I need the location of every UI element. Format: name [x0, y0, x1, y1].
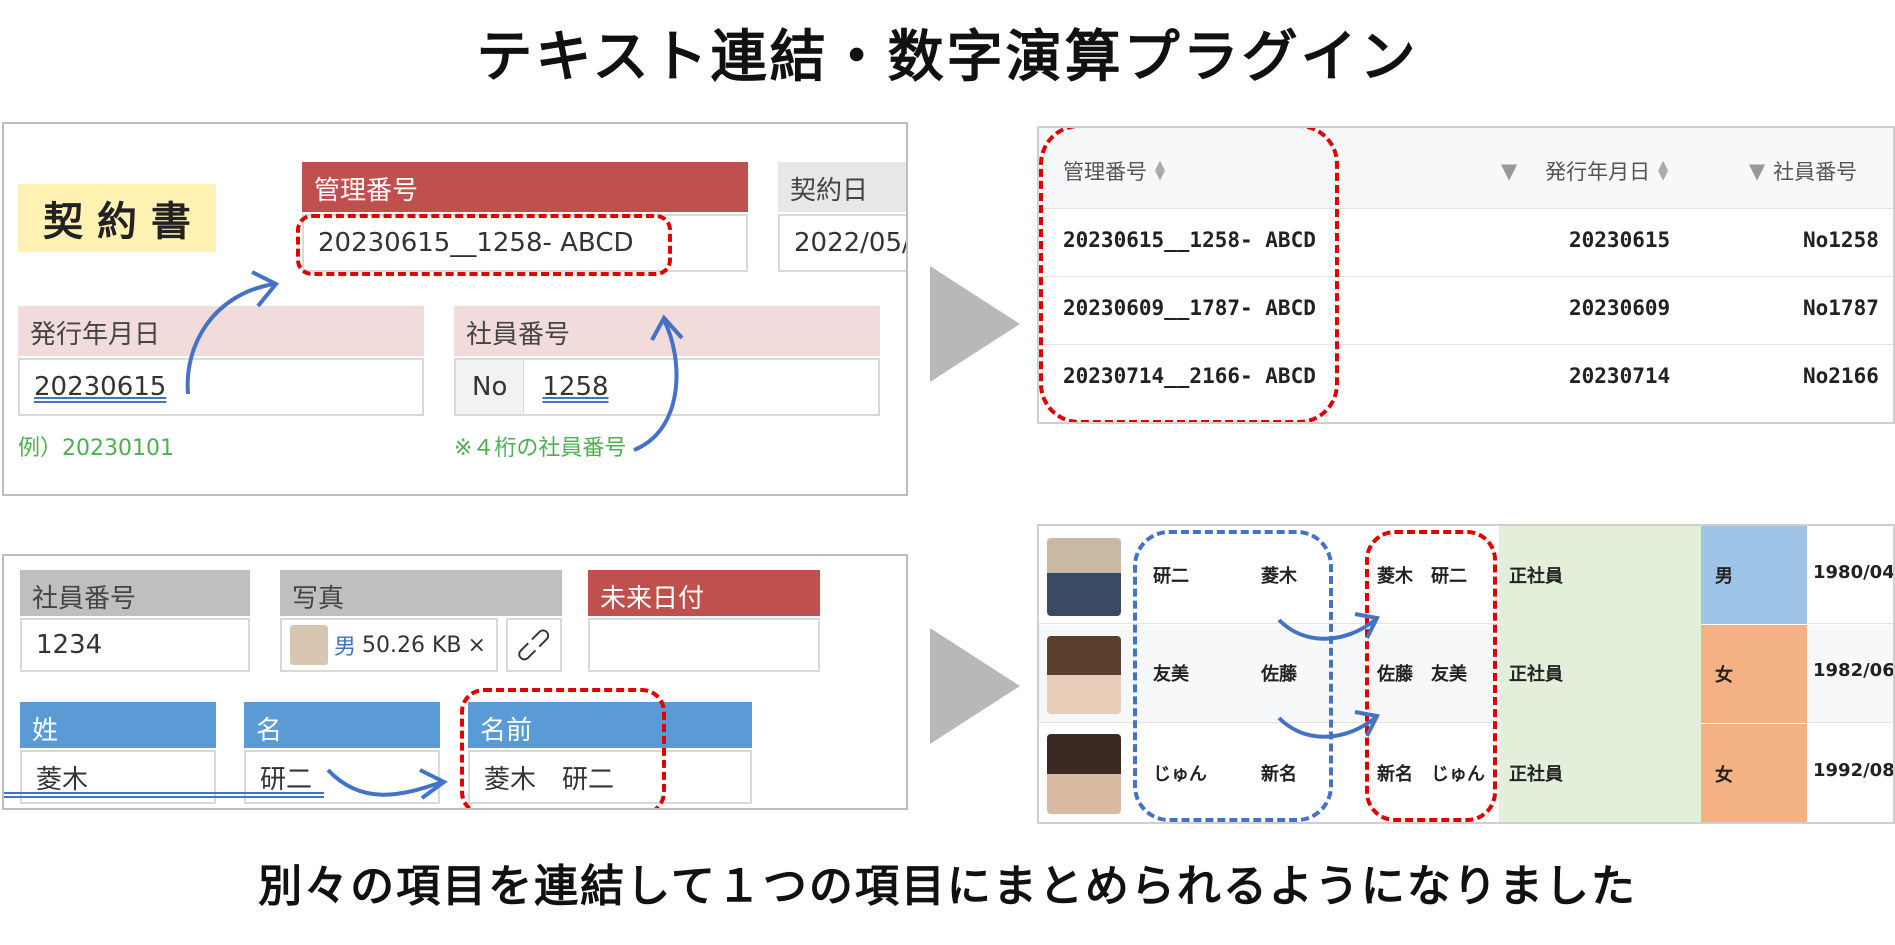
- table-cell: No1258: [1803, 228, 1879, 252]
- employee-form-panel: 社員番号 1234 写真 男 50.26 KB × ⊂⊃ 未来日付 姓 菱木 名…: [2, 554, 908, 810]
- table-cell: 20230609: [1569, 296, 1671, 320]
- filter-icon[interactable]: ▼: [1749, 159, 1765, 183]
- table-cell: 20230615: [1569, 228, 1671, 252]
- contract-badge: 契 約 書: [18, 184, 216, 252]
- birth-date-cell: 1992/08: [1813, 760, 1895, 781]
- photo-label: 写真: [280, 570, 562, 616]
- table-cell: No1787: [1803, 296, 1879, 320]
- employee-number-field[interactable]: 1234: [20, 618, 250, 672]
- mgmt-column-highlight: [1039, 128, 1339, 422]
- last-name-label: 姓: [20, 702, 216, 748]
- employment-type-cell: 正社員: [1509, 764, 1563, 785]
- column-header-issue-date[interactable]: ▼ 発行年月日 ▲ ▼: [1501, 156, 1668, 186]
- photo-size: 50.26 KB: [362, 632, 462, 658]
- full-name-column-highlight: [1365, 530, 1497, 822]
- column-header-employee[interactable]: ▼ 社員番号: [1749, 156, 1857, 186]
- attach-file-button[interactable]: ⊂⊃: [506, 618, 562, 672]
- future-date-label: 未来日付: [588, 570, 820, 616]
- management-table: 管理番号 ▲ ▼ ▼ 発行年月日 ▲ ▼ ▼ 社員番号 20230615__1258…: [1037, 126, 1895, 424]
- table-cell: 20230714: [1569, 364, 1671, 388]
- employment-type-cell: 正社員: [1509, 664, 1563, 685]
- person-photo-icon: [1047, 538, 1121, 616]
- full-name-highlight: [460, 688, 666, 808]
- name-source-highlight: [1133, 530, 1333, 822]
- employee-table: 研二 菱木 菱木 研二 正社員 男 1980/04 友美 佐藤 佐藤 友美 正社…: [1037, 524, 1895, 824]
- employment-type-cell: 正社員: [1509, 566, 1563, 587]
- person-photo-icon: [290, 625, 328, 665]
- arrow-right-icon: [326, 768, 448, 800]
- arrow-right-icon: [1277, 612, 1380, 641]
- issue-date-hint: 例）20230101: [18, 436, 174, 461]
- birth-date-cell: 1982/06: [1813, 660, 1895, 681]
- paperclip-icon: ⊂⊃: [507, 618, 561, 672]
- contract-date-field[interactable]: 2022/05/: [778, 214, 906, 272]
- arrow-right-icon: [633, 314, 684, 452]
- future-date-field[interactable]: [588, 618, 820, 672]
- photo-attachment[interactable]: 男 50.26 KB ×: [280, 618, 498, 672]
- remove-file-button[interactable]: ×: [468, 633, 486, 658]
- filter-icon[interactable]: ▼: [1501, 159, 1517, 183]
- contract-form-panel: 契 約 書 管理番号 20230615__1258- ABCD 契約日 2022…: [2, 122, 908, 496]
- first-name-label: 名: [244, 702, 440, 748]
- underline-mark: [4, 792, 324, 798]
- contract-date-label: 契約日: [778, 162, 906, 212]
- employee-number-prefix: No: [456, 360, 525, 414]
- gender-cell: 男: [1701, 526, 1807, 624]
- person-photo-icon: [1047, 636, 1121, 714]
- arrow-right-icon: [185, 270, 280, 395]
- gender-cell: 女: [1701, 625, 1807, 723]
- arrow-right-icon: [1277, 710, 1380, 739]
- gender-cell: 女: [1701, 724, 1807, 822]
- employee-number-hint: ※４桁の社員番号: [454, 436, 627, 461]
- table-cell: No2166: [1803, 364, 1879, 388]
- employee-number-label: 社員番号: [20, 570, 250, 616]
- mgmt-number-label: 管理番号: [302, 162, 748, 212]
- sort-icon[interactable]: ▲ ▼: [1658, 159, 1668, 182]
- transform-arrow-icon: [930, 266, 1020, 382]
- birth-date-cell: 1980/04: [1813, 562, 1895, 583]
- transform-arrow-icon: [930, 628, 1020, 744]
- person-photo-icon: [1047, 734, 1121, 814]
- employee-number-value: 1258: [542, 372, 609, 402]
- page-title: テキスト連結・数字演算プラグイン: [476, 25, 1419, 90]
- issue-date-value: 20230615: [34, 372, 167, 402]
- photo-filename: 男: [334, 635, 357, 660]
- mgmt-number-highlight: [296, 214, 672, 276]
- page-caption: 別々の項目を連結して１つの項目にまとめられるようになりました: [258, 861, 1637, 912]
